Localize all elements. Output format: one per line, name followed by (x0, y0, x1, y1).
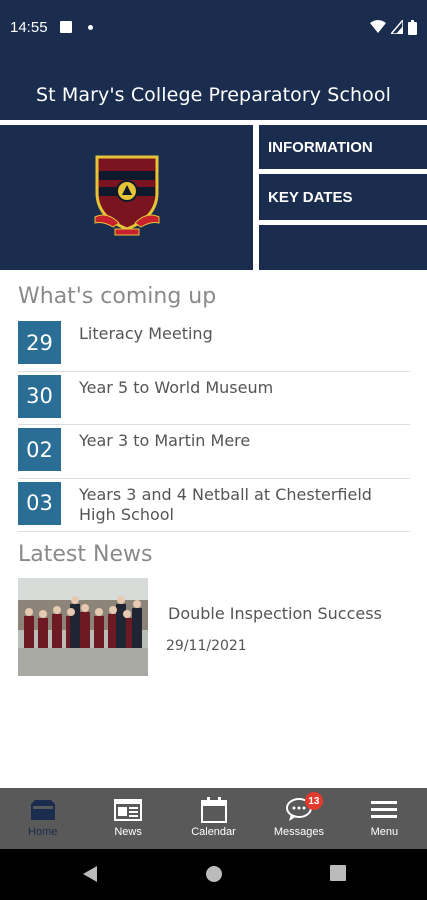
school-crest-logo (94, 155, 160, 236)
event-item[interactable]: 02 Year 3 to Martin Mere (18, 425, 410, 479)
system-nav-bar (0, 849, 427, 900)
calendar-icon (200, 797, 227, 823)
nav-messages[interactable]: 13 Messages (256, 788, 341, 849)
nav-menu[interactable]: Menu (342, 788, 427, 849)
app-header: St Mary's College Preparatory School (0, 56, 427, 120)
status-bar: 14:55 (0, 0, 427, 56)
bottom-nav: Home News Calendar 13 Messages Menu (0, 788, 427, 849)
menu-icon (371, 801, 398, 818)
status-time: 14:55 (10, 19, 48, 36)
event-title: Literacy Meeting (79, 324, 213, 343)
news-title: Double Inspection Success (168, 604, 382, 623)
home-icon (30, 800, 55, 820)
event-item[interactable]: 29 Literacy Meeting (18, 318, 410, 372)
event-item[interactable]: 30 Year 5 to World Museum (18, 372, 410, 425)
recents-icon[interactable] (330, 865, 346, 881)
event-date-badge: 02 (18, 428, 61, 471)
event-date-badge: 30 (18, 374, 61, 418)
event-item[interactable]: 03 Years 3 and 4 Netball at Chesterfield… (18, 479, 410, 532)
notification-icon (60, 21, 72, 33)
signal-icon (391, 20, 403, 34)
messages-badge: 13 (304, 792, 323, 810)
nav-news-label: News (114, 826, 142, 838)
status-icons (370, 18, 417, 36)
events-section-title: What's coming up (18, 284, 217, 309)
key-dates-tile[interactable]: KEY DATES (259, 174, 427, 220)
news-icon (114, 799, 143, 821)
event-date-badge: 29 (18, 321, 61, 364)
key-dates-tile-label: KEY DATES (268, 188, 353, 206)
school-logo-tile[interactable] (0, 125, 253, 270)
news-thumbnail (18, 578, 148, 676)
wifi-icon (370, 20, 386, 33)
event-title: Year 5 to World Museum (79, 377, 274, 397)
nav-calendar-label: Calendar (191, 826, 236, 838)
nav-menu-label: Menu (370, 826, 399, 838)
event-title: Years 3 and 4 Netball at Chesterfield Hi… (79, 484, 372, 524)
nav-messages-label: Messages (273, 826, 324, 838)
event-title: Year 3 to Martin Mere (79, 431, 251, 450)
empty-tile[interactable] (259, 225, 427, 270)
news-item[interactable]: Double Inspection Success 29/11/2021 (18, 578, 410, 676)
tile-grid: INFORMATION KEY DATES (0, 120, 427, 270)
information-tile[interactable]: INFORMATION (259, 125, 427, 169)
nav-home[interactable]: Home (0, 788, 85, 849)
nav-calendar[interactable]: Calendar (171, 788, 256, 849)
nav-home-label: Home (28, 826, 58, 838)
home-button-icon[interactable] (205, 865, 223, 883)
page-title: St Mary's College Preparatory School (36, 84, 391, 106)
events-list: 29 Literacy Meeting 30 Year 5 to World M… (18, 318, 410, 532)
back-icon[interactable] (82, 865, 98, 883)
event-date-badge: 03 (18, 481, 61, 525)
nav-news[interactable]: News (85, 788, 170, 849)
news-section-title: Latest News (18, 542, 153, 567)
news-date: 29/11/2021 (166, 638, 247, 654)
information-tile-label: INFORMATION (268, 138, 373, 156)
battery-icon (408, 19, 417, 35)
more-notifications-icon (88, 25, 93, 30)
